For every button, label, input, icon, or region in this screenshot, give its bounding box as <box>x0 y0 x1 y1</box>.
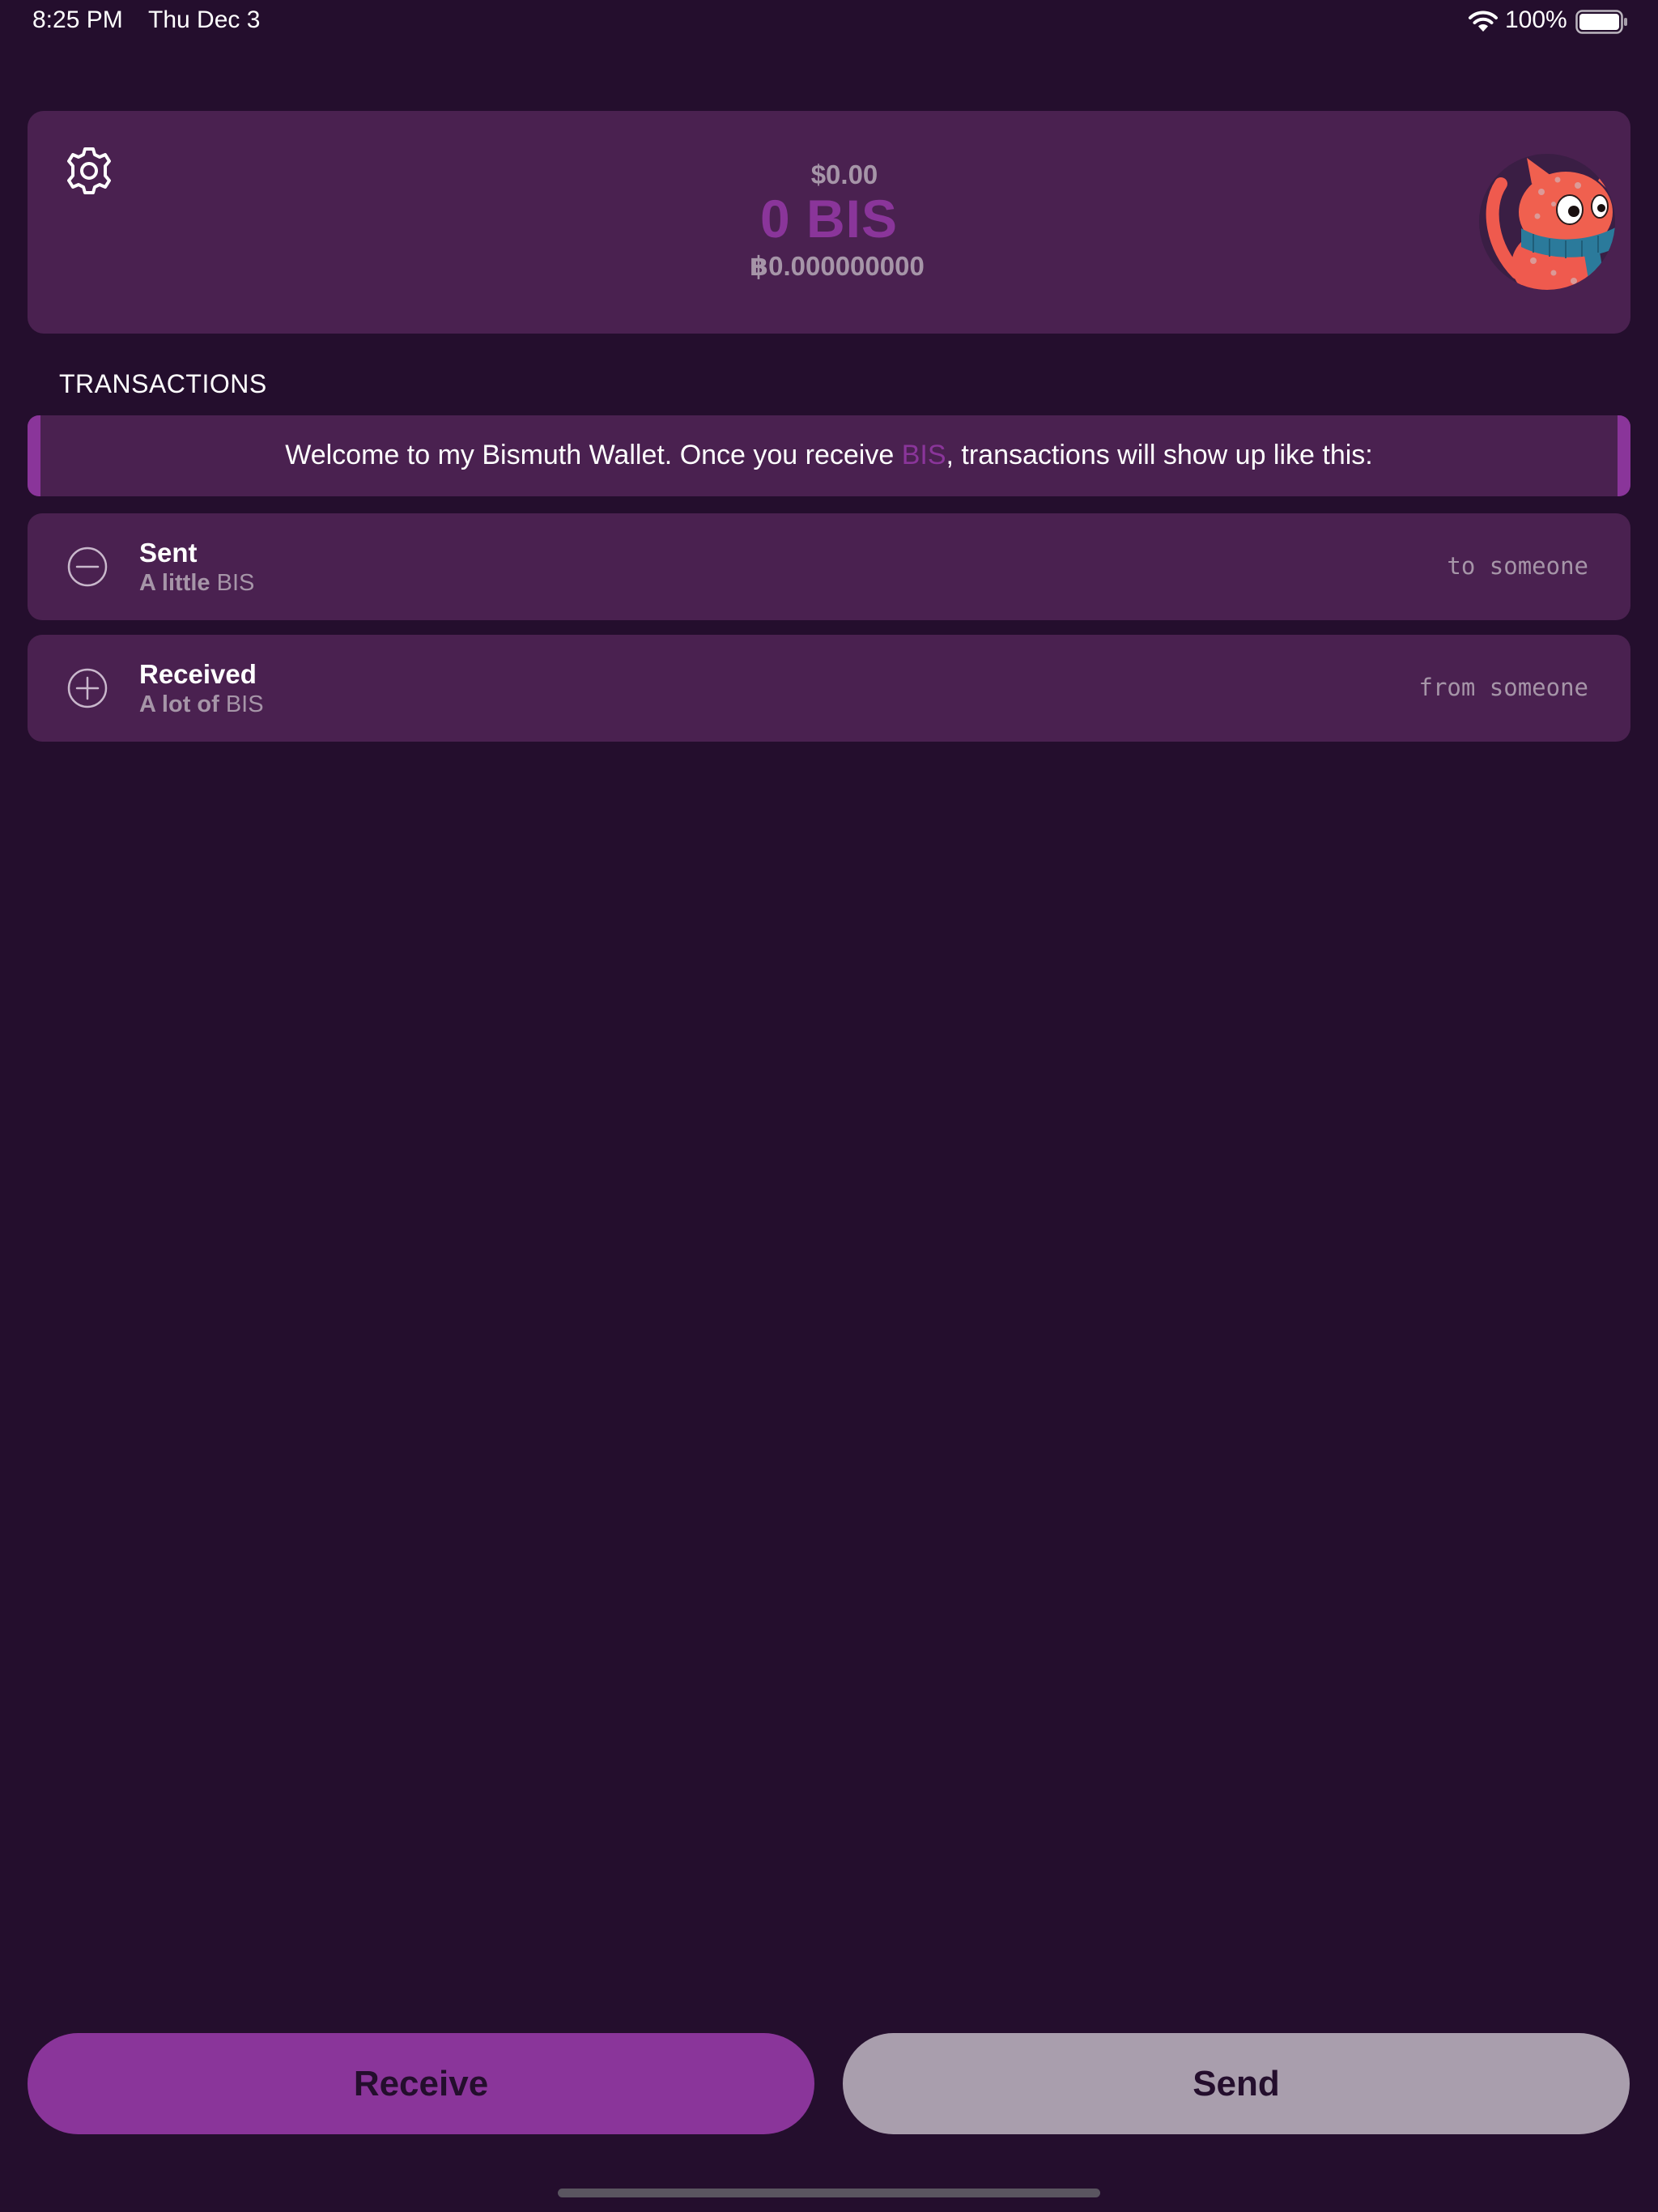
transaction-counterparty: from someone <box>1418 674 1588 701</box>
battery-percentage: 100% <box>1505 6 1567 33</box>
send-button[interactable]: Send <box>843 2033 1630 2134</box>
welcome-text-end: , transactions will show up like this: <box>946 440 1373 470</box>
status-bar: 8:25 PM Thu Dec 3 100% <box>0 0 1658 44</box>
status-time: 8:25 PM <box>32 6 123 33</box>
wifi-icon <box>1469 11 1498 32</box>
receive-button[interactable]: Receive <box>28 2033 814 2134</box>
transactions-header: TRANSACTIONS <box>59 369 267 398</box>
welcome-banner: Welcome to my Bismuth Wallet. Once you r… <box>28 415 1630 496</box>
transaction-unit: BIS <box>225 691 264 717</box>
status-date: Thu Dec 3 <box>148 6 261 33</box>
btc-balance-value: 0.000000000 <box>768 251 925 281</box>
minus-circle-icon <box>67 547 108 587</box>
bis-balance: 0 BIS <box>759 189 899 249</box>
balance-card: $0.00 0 BIS ฿0.000000000 <box>28 111 1630 334</box>
transaction-amount: A little <box>139 570 210 596</box>
transaction-amount: A lot of <box>139 691 219 717</box>
welcome-text-highlight: BIS <box>901 440 946 470</box>
battery-icon <box>1575 10 1627 34</box>
welcome-text-start: Welcome to my Bismuth Wallet. Once you r… <box>285 440 902 470</box>
btc-balance: ฿0.000000000 <box>28 250 1630 282</box>
transaction-unit: BIS <box>216 570 255 596</box>
transaction-title: Received <box>139 659 257 689</box>
transaction-subtitle: A little BIS <box>139 570 254 597</box>
transaction-row-sent[interactable]: Sent A little BIS to someone <box>28 513 1630 620</box>
avatar[interactable] <box>1477 151 1618 293</box>
bitcoin-icon: ฿ <box>750 251 769 281</box>
welcome-message: Welcome to my Bismuth Wallet. Once you r… <box>28 440 1630 471</box>
plus-circle-icon <box>67 668 108 708</box>
fiat-balance: $0.00 <box>810 160 878 189</box>
transaction-row-received[interactable]: Received A lot of BIS from someone <box>28 635 1630 742</box>
home-indicator[interactable] <box>558 2189 1100 2197</box>
transaction-title: Sent <box>139 538 198 568</box>
transaction-subtitle: A lot of BIS <box>139 691 264 718</box>
transaction-counterparty: to someone <box>1447 552 1588 580</box>
